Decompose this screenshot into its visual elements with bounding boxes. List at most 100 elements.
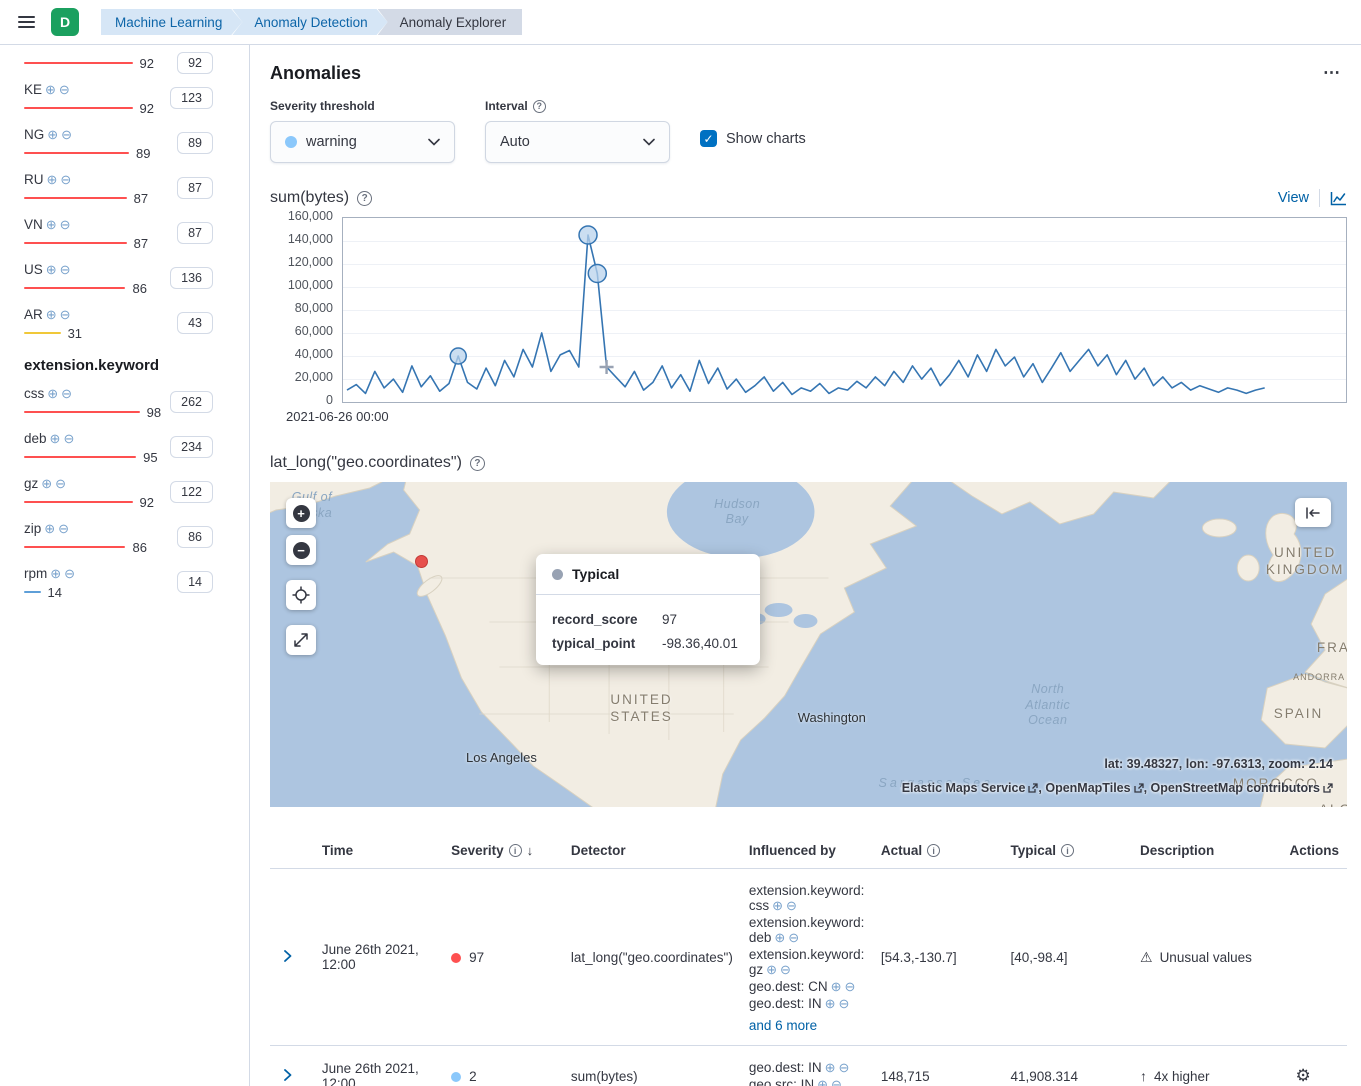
breadcrumb: Machine Learning Anomaly Detection Anoma… <box>101 9 522 35</box>
filter-for-icon[interactable]: ⊕ <box>44 522 55 535</box>
breadcrumb-machine-learning[interactable]: Machine Learning <box>101 9 242 35</box>
filter-out-icon[interactable]: ⊖ <box>839 996 850 1011</box>
filter-out-icon[interactable]: ⊖ <box>60 263 71 276</box>
filter-out-icon[interactable]: ⊖ <box>63 432 74 445</box>
space-avatar[interactable]: D <box>51 8 79 36</box>
line-chart-icon[interactable] <box>1330 191 1347 206</box>
filter-for-icon[interactable]: ⊕ <box>45 83 56 96</box>
show-charts-checkbox[interactable]: ✓ <box>700 130 717 147</box>
question-in-circle-icon[interactable]: ? <box>470 456 485 471</box>
filter-out-icon[interactable]: ⊖ <box>59 83 70 96</box>
anomaly-marker[interactable] <box>588 265 606 283</box>
column-header-typical[interactable]: Typicali <box>1002 833 1132 869</box>
tooltip-field-value: 97 <box>662 612 677 627</box>
influencer-count-badge: 87 <box>177 177 213 199</box>
filter-for-icon[interactable]: ⊕ <box>46 263 57 276</box>
filter-out-icon[interactable]: ⊖ <box>58 522 69 535</box>
filter-for-icon[interactable]: ⊕ <box>825 996 836 1011</box>
view-link[interactable]: View <box>1278 190 1309 206</box>
question-in-circle-icon[interactable]: ? <box>533 100 546 113</box>
panel-options-icon[interactable]: ⋯ <box>1317 61 1347 85</box>
warning-icon: ⚠ <box>1140 949 1153 965</box>
filter-out-icon[interactable]: ⊖ <box>780 962 791 977</box>
filter-for-icon[interactable]: ⊕ <box>766 962 777 977</box>
filter-for-icon[interactable]: ⊕ <box>817 1077 828 1086</box>
and-more-link[interactable]: and 6 more <box>749 1018 817 1033</box>
influencer-label: RU <box>24 172 44 187</box>
set-view-button[interactable] <box>286 580 316 610</box>
column-header-time[interactable]: Time <box>314 833 443 869</box>
question-in-circle-icon[interactable]: ? <box>357 191 372 206</box>
expand-row-button[interactable] <box>278 946 297 969</box>
anomaly-marker[interactable] <box>450 348 466 364</box>
severity-threshold-select[interactable]: warning <box>270 121 455 163</box>
filter-for-icon[interactable]: ⊕ <box>831 979 842 994</box>
filter-for-icon[interactable]: ⊕ <box>46 218 57 231</box>
info-in-circle-icon[interactable]: i <box>1061 844 1074 857</box>
influencer-entry-label: geo.dest: IN <box>749 996 822 1011</box>
influencer-score-bar <box>24 62 133 65</box>
filter-out-icon[interactable]: ⊖ <box>64 567 75 580</box>
full-screen-button[interactable] <box>286 625 316 655</box>
filter-out-icon[interactable]: ⊖ <box>61 387 72 400</box>
filter-out-icon[interactable]: ⊖ <box>845 979 856 994</box>
map-legend-toggle[interactable] <box>1295 498 1331 527</box>
chart-title: sum(bytes) <box>270 189 349 207</box>
attribution-link-openmaptiles[interactable]: OpenMapTiles <box>1045 781 1150 795</box>
filter-for-icon[interactable]: ⊕ <box>47 128 58 141</box>
influencer-label: gz <box>24 476 38 491</box>
filter-out-icon[interactable]: ⊖ <box>55 477 66 490</box>
filter-out-icon[interactable]: ⊖ <box>60 308 71 321</box>
filter-for-icon[interactable]: ⊕ <box>50 432 61 445</box>
sort-descending-icon[interactable]: ↓ <box>527 843 534 858</box>
info-in-circle-icon[interactable]: i <box>927 844 940 857</box>
detector-cell: sum(bytes) <box>563 1046 741 1086</box>
zoom-in-button[interactable]: + <box>286 498 316 528</box>
influencers-sidebar: 9292KE⊕⊖92123NG⊕⊖8989RU⊕⊖8787VN⊕⊖8787US⊕… <box>0 45 250 1086</box>
breadcrumb-anomaly-detection[interactable]: Anomaly Detection <box>232 9 387 35</box>
expand-row-button[interactable] <box>278 1065 297 1086</box>
filter-out-icon[interactable]: ⊖ <box>60 173 71 186</box>
filter-out-icon[interactable]: ⊖ <box>61 128 72 141</box>
show-charts-label[interactable]: Show charts <box>726 131 806 147</box>
filter-out-icon[interactable]: ⊖ <box>60 218 71 231</box>
anomaly-marker[interactable] <box>579 226 597 244</box>
filter-for-icon[interactable]: ⊕ <box>772 898 783 913</box>
influencer-item: VN⊕⊖8787 <box>24 217 213 249</box>
filter-for-icon[interactable]: ⊕ <box>825 1060 836 1075</box>
map-zoom-controls: + − <box>286 498 316 655</box>
filter-for-icon[interactable]: ⊕ <box>774 930 785 945</box>
influencer-max-score: 98 <box>147 405 161 420</box>
expander-column-header <box>270 833 314 869</box>
filter-for-icon[interactable]: ⊕ <box>46 308 57 321</box>
attribution-link-elastic-maps[interactable]: Elastic Maps Service <box>902 781 1046 795</box>
filter-for-icon[interactable]: ⊕ <box>41 477 52 490</box>
influencer-label: zip <box>24 521 41 536</box>
zoom-out-button[interactable]: − <box>286 535 316 565</box>
column-header-actual[interactable]: Actuali <box>873 833 1003 869</box>
column-header-severity[interactable]: Severityi↓ <box>443 833 563 869</box>
influencer-entry: geo.src: IN⊕⊖ <box>749 1077 865 1086</box>
column-header-detector[interactable]: Detector <box>563 833 741 869</box>
filter-out-icon[interactable]: ⊖ <box>839 1060 850 1075</box>
severity-threshold-label: Severity threshold <box>270 99 455 113</box>
anomaly-chart-plot[interactable] <box>342 217 1347 403</box>
filter-out-icon[interactable]: ⊖ <box>831 1077 842 1086</box>
column-header-description[interactable]: Description <box>1132 833 1281 869</box>
influencer-count-badge: 262 <box>170 391 213 413</box>
filter-for-icon[interactable]: ⊕ <box>47 173 58 186</box>
menu-icon[interactable] <box>16 12 37 32</box>
filter-for-icon[interactable]: ⊕ <box>50 567 61 580</box>
info-in-circle-icon[interactable]: i <box>509 844 522 857</box>
check-icon: ✓ <box>703 132 713 146</box>
filter-for-icon[interactable]: ⊕ <box>47 387 58 400</box>
anomaly-map[interactable]: Gulf of AlaskaHudson BayUNITED STATESLos… <box>270 482 1347 807</box>
interval-select[interactable]: Auto <box>485 121 670 163</box>
filter-out-icon[interactable]: ⊖ <box>786 898 797 913</box>
filter-out-icon[interactable]: ⊖ <box>788 930 799 945</box>
influencer-max-score: 87 <box>134 191 148 206</box>
column-header-actions: Actions <box>1281 833 1347 869</box>
column-header-influenced-by[interactable]: Influenced by <box>741 833 873 869</box>
actions-gear-button[interactable]: ⚙ <box>1289 1064 1316 1086</box>
attribution-link-openstreetmap[interactable]: OpenStreetMap contributors <box>1151 781 1333 795</box>
